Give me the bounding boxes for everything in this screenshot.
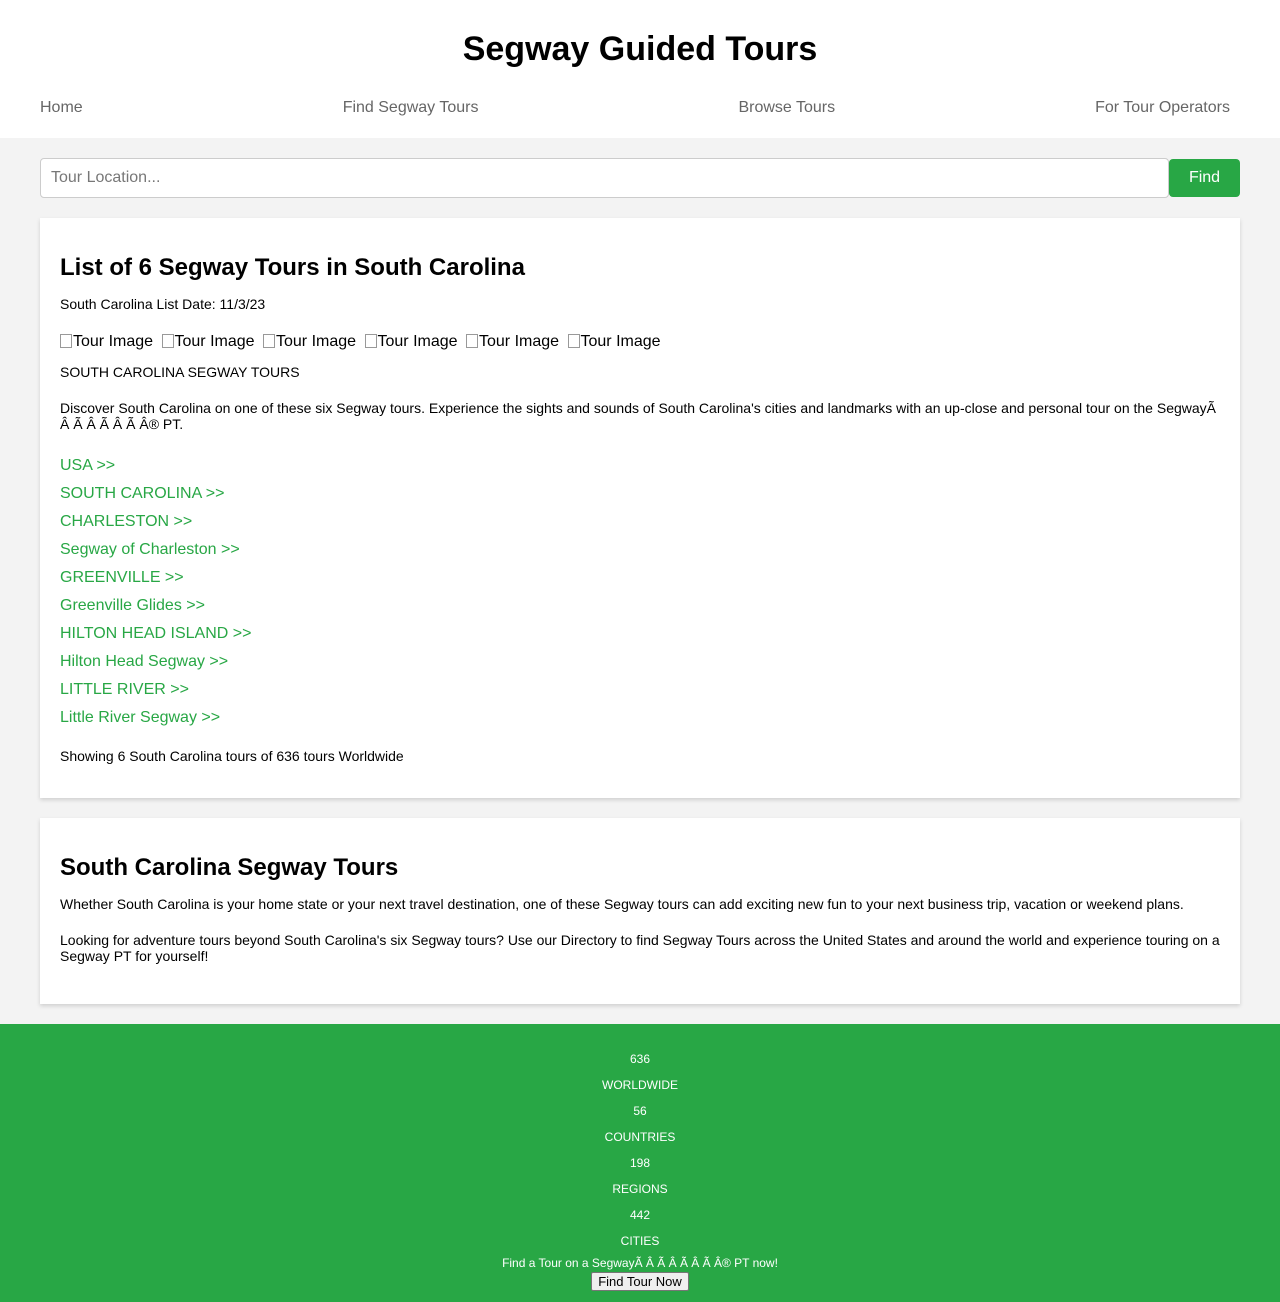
tour-image-row: Tour Image Tour Image Tour Image Tour Im… — [60, 332, 1220, 352]
info-paragraph: Whether South Carolina is your home stat… — [60, 896, 1184, 912]
tour-image: Tour Image — [161, 333, 257, 350]
list-date: South Carolina List Date: 11/3/23 — [60, 296, 266, 312]
link-segway-of-charleston[interactable]: Segway of Charleston >> — [60, 536, 1220, 564]
tour-image: Tour Image — [263, 333, 358, 350]
link-little-river-segway[interactable]: Little River Segway >> — [60, 704, 1220, 732]
tour-image: Tour Image — [567, 333, 663, 350]
broken-image-icon — [60, 334, 72, 348]
info-card: South Carolina Segway Tours Whether Sout… — [40, 818, 1240, 1004]
footer: 636 WORLDWIDE 56 COUNTRIES 198 REGIONS 4… — [0, 1024, 1280, 1302]
find-button[interactable]: Find — [1169, 159, 1240, 197]
tour-image: Tour Image — [60, 333, 155, 350]
link-usa[interactable]: USA >> — [60, 452, 1220, 480]
link-hilton-head-segway[interactable]: Hilton Head Segway >> — [60, 648, 1220, 676]
section-label: SOUTH CAROLINA SEGWAY TOURS — [60, 364, 300, 380]
link-charleston[interactable]: CHARLESTON >> — [60, 508, 1220, 536]
broken-image-icon — [263, 334, 275, 348]
footer-cta-text: Find a Tour on a SegwayÃ Â Ã Â Ã Â Ã Â® … — [502, 1256, 778, 1270]
site-title: Segway Guided Tours — [462, 30, 818, 68]
link-south-carolina[interactable]: SOUTH CAROLINA >> — [60, 480, 1220, 508]
list-heading: List of 6 Segway Tours in South Carolina — [60, 254, 525, 281]
broken-image-icon — [364, 334, 377, 348]
stat-count-cities: 442 — [629, 1208, 651, 1222]
nav-home[interactable]: Home — [40, 86, 83, 130]
stat-label-worldwide: WORLDWIDE — [602, 1078, 678, 1092]
broken-image-icon — [567, 334, 580, 348]
tour-links: USA >> SOUTH CAROLINA >> CHARLESTON >> S… — [60, 452, 1220, 732]
search-bar: Find — [40, 158, 1240, 198]
info-paragraph: Looking for adventure tours beyond South… — [60, 932, 1220, 964]
link-hilton-head-island[interactable]: HILTON HEAD ISLAND >> — [60, 620, 1220, 648]
stat-label-countries: COUNTRIES — [604, 1130, 676, 1144]
link-greenville[interactable]: GREENVILLE >> — [60, 564, 1220, 592]
main-nav: Home Find Segway Tours Browse Tours For … — [0, 86, 1280, 130]
info-heading: South Carolina Segway Tours — [60, 854, 399, 881]
tour-list-card: List of 6 Segway Tours in South Carolina… — [40, 218, 1240, 798]
stat-count-countries: 56 — [633, 1104, 647, 1118]
broken-image-icon — [466, 334, 478, 348]
showing-count: Showing 6 South Carolina tours of 636 to… — [60, 748, 404, 764]
stat-label-regions: REGIONS — [612, 1182, 668, 1196]
link-greenville-glides[interactable]: Greenville Glides >> — [60, 592, 1220, 620]
nav-find-segway-tours[interactable]: Find Segway Tours — [343, 86, 479, 130]
tour-image: Tour Image — [364, 333, 460, 350]
nav-browse-tours[interactable]: Browse Tours — [738, 86, 835, 130]
stat-count-regions: 198 — [629, 1156, 651, 1170]
broken-image-icon — [161, 334, 174, 348]
list-description: Discover South Carolina on one of these … — [60, 400, 1216, 432]
nav-for-tour-operators[interactable]: For Tour Operators — [1095, 86, 1230, 130]
link-little-river[interactable]: LITTLE RIVER >> — [60, 676, 1220, 704]
tour-location-input[interactable] — [40, 158, 1169, 198]
stat-label-cities: CITIES — [620, 1234, 660, 1248]
site-header: Segway Guided Tours Home Find Segway Tou… — [0, 0, 1280, 138]
find-tour-now-button[interactable]: Find Tour Now — [591, 1272, 689, 1291]
stat-count-worldwide: 636 — [629, 1052, 651, 1066]
tour-image: Tour Image — [466, 333, 561, 350]
